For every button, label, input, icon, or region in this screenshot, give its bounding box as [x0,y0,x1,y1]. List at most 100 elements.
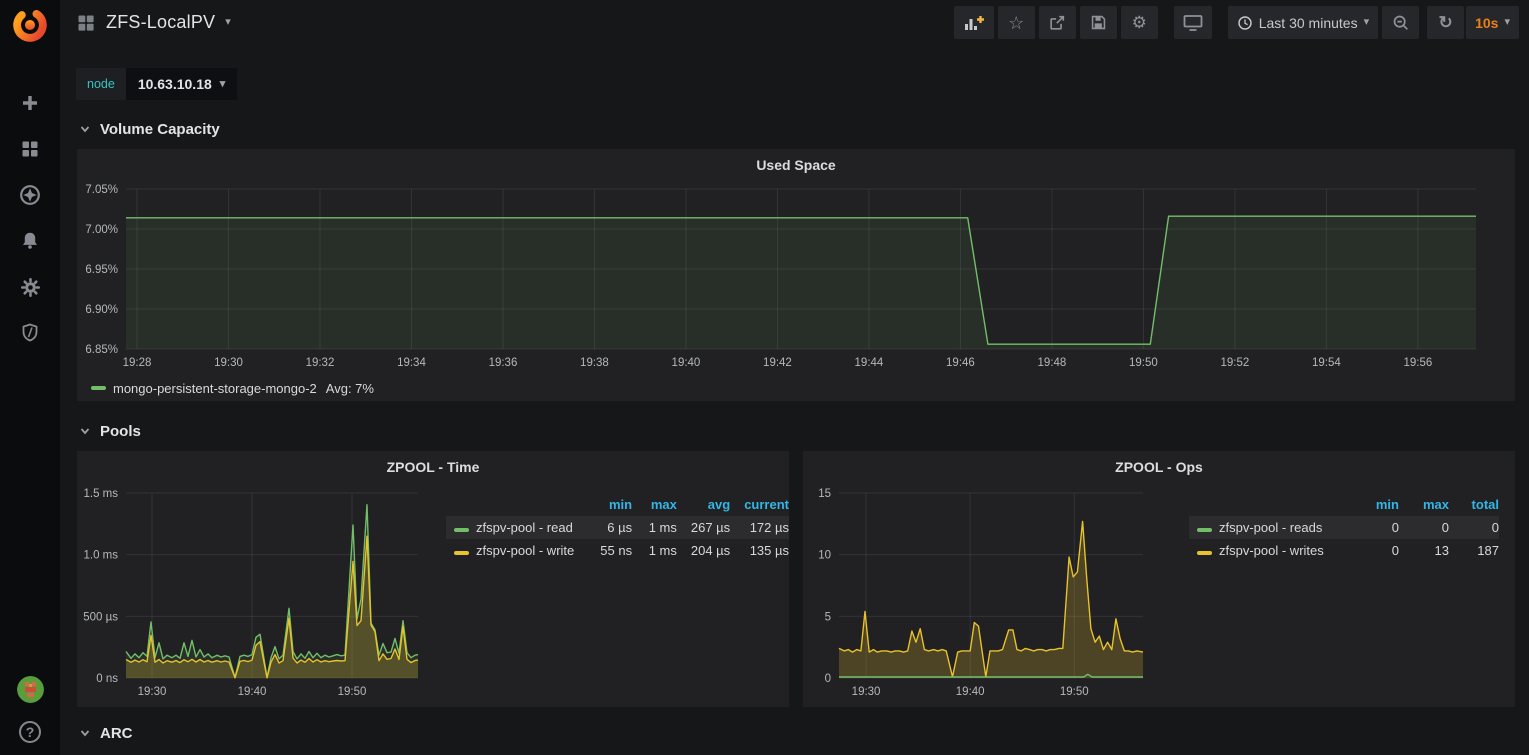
legend-series-name[interactable]: zfspv-pool - reads [1189,516,1349,539]
series-label[interactable]: mongo-persistent-storage-mongo-2 [113,381,317,396]
star-button[interactable]: ☆ [998,6,1035,39]
section-volume-capacity[interactable]: Volume Capacity [79,118,1516,140]
section-pools[interactable]: Pools [79,420,1516,442]
legend-series-name[interactable]: zfspv-pool - write [446,539,585,562]
refresh-icon: ↻ [1438,14,1452,31]
time-range-label: Last 30 minutes [1259,15,1358,31]
caret-down-icon: ▾ [1364,17,1370,28]
section-arc[interactable]: ARC [79,722,1516,744]
svg-text:500 µs: 500 µs [83,611,118,623]
zoom-out-button[interactable] [1382,6,1419,39]
help-icon[interactable]: ? [19,721,41,743]
settings-gear-icon: ⚙ [1132,14,1147,31]
svg-text:19:38: 19:38 [580,357,609,369]
zpool-ops-chart[interactable]: 19:3019:4019:50151050 [803,479,1155,705]
legend-column-header[interactable]: max [1399,495,1449,516]
legend-value: 55 ns [585,539,632,562]
dashboard-content: node 10.63.10.18 ▾ Volume Capacity Used … [60,45,1529,755]
plus-icon[interactable] [19,92,41,114]
svg-text:7.05%: 7.05% [85,184,118,196]
used-space-chart[interactable]: 19:2819:3019:3219:3419:3619:3819:4019:42… [77,177,1515,375]
add-panel-button[interactable] [954,6,994,39]
refresh-interval-button[interactable]: 10s ▾ [1466,6,1519,39]
svg-text:19:34: 19:34 [397,357,426,369]
svg-text:0: 0 [825,673,831,685]
panel-title[interactable]: ZPOOL - Time [77,451,789,479]
legend-series-name[interactable]: zfspv-pool - writes [1189,539,1349,562]
dashboards-grid-icon[interactable] [19,138,41,160]
legend-value: 172 µs [730,516,789,539]
server-admin-shield-icon[interactable] [19,322,41,344]
add-panel-icon [963,14,985,32]
caret-down-icon: ▾ [225,17,231,28]
svg-text:19:56: 19:56 [1404,357,1433,369]
used-space-panel: Used Space 19:2819:3019:3219:3419:3619:3… [76,148,1516,402]
explore-compass-icon[interactable] [19,184,41,206]
svg-text:0 ns: 0 ns [96,673,118,685]
zpool-ops-legend: minmaxtotalzfspv-pool - reads000zfspv-po… [1155,479,1515,707]
svg-text:19:48: 19:48 [1038,357,1067,369]
svg-text:19:46: 19:46 [946,357,975,369]
zpool-ops-panel: ZPOOL - Ops 19:3019:4019:50151050 minmax… [802,450,1516,708]
star-icon: ☆ [1008,14,1024,32]
alerting-bell-icon[interactable] [19,230,41,252]
svg-text:19:52: 19:52 [1221,357,1250,369]
refresh-button[interactable]: ↻ [1427,6,1464,39]
svg-text:19:36: 19:36 [489,357,518,369]
settings-button[interactable]: ⚙ [1121,6,1158,39]
panel-title[interactable]: Used Space [77,149,1515,177]
legend-column-header[interactable]: avg [677,495,730,516]
chevron-down-icon [79,425,91,437]
time-picker-button[interactable]: Last 30 minutes ▾ [1228,6,1378,39]
legend-value: 13 [1399,539,1449,562]
svg-text:19:50: 19:50 [1129,357,1158,369]
chevron-down-icon [79,123,91,135]
legend-value: 1 ms [632,516,677,539]
svg-text:19:32: 19:32 [306,357,335,369]
dashboard-title-button[interactable]: ZFS-LocalPV ▾ [76,12,231,33]
section-title: Volume Capacity [100,121,220,138]
legend-value: 187 [1449,539,1499,562]
svg-text:19:44: 19:44 [855,357,884,369]
svg-text:15: 15 [818,488,831,500]
save-icon [1090,14,1107,31]
configuration-gear-icon[interactable] [19,276,41,298]
legend-column-header[interactable]: current [730,495,789,516]
svg-text:19:40: 19:40 [672,357,701,369]
panel-title[interactable]: ZPOOL - Ops [803,451,1515,479]
zpool-time-chart[interactable]: 19:3019:4019:501.5 ms1.0 ms500 µs0 ns [77,479,429,705]
legend-column-header[interactable]: min [1349,495,1399,516]
series-color-dash [1197,551,1212,555]
legend-value: 1 ms [632,539,677,562]
zpool-time-legend: minmaxavgcurrentzfspv-pool - read6 µs1 m… [429,479,789,707]
svg-text:6.85%: 6.85% [85,344,118,356]
share-button[interactable] [1039,6,1076,39]
save-button[interactable] [1080,6,1117,39]
refresh-interval-label: 10s [1475,15,1498,31]
legend-column-header[interactable]: max [632,495,677,516]
legend-value: 267 µs [677,516,730,539]
legend-value: 0 [1349,539,1399,562]
svg-text:10: 10 [818,550,831,562]
used-space-legend: mongo-persistent-storage-mongo-2 Avg: 7% [77,375,1515,401]
node-variable-dropdown[interactable]: node 10.63.10.18 ▾ [76,68,237,100]
legend-column-header[interactable]: min [585,495,632,516]
cycle-view-button[interactable] [1174,6,1212,39]
svg-text:19:50: 19:50 [1060,686,1089,698]
grafana-logo[interactable] [11,6,49,44]
svg-text:7.00%: 7.00% [85,224,118,236]
user-avatar[interactable] [17,676,44,703]
share-icon [1048,14,1066,32]
legend-value: 0 [1399,516,1449,539]
svg-text:19:42: 19:42 [763,357,792,369]
svg-text:19:40: 19:40 [238,686,267,698]
svg-text:19:28: 19:28 [123,357,152,369]
section-title: Pools [100,423,141,440]
legend-column-header[interactable]: total [1449,495,1499,516]
legend-value: 0 [1449,516,1499,539]
legend-value: 135 µs [730,539,789,562]
svg-text:1.0 ms: 1.0 ms [83,550,118,562]
legend-row: zfspv-pool - read6 µs1 ms267 µs172 µs [446,516,789,539]
legend-row: zfspv-pool - reads000 [1189,516,1499,539]
legend-series-name[interactable]: zfspv-pool - read [446,516,585,539]
